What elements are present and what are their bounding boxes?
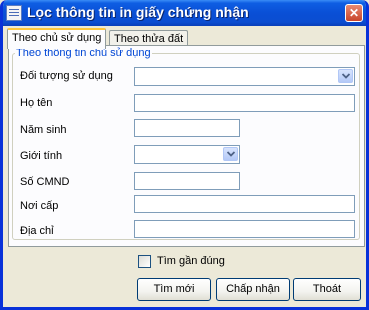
tab-label: Theo thửa đất (114, 33, 184, 45)
so-cmnd-input[interactable] (134, 172, 240, 190)
ho-ten-label: Họ tên (20, 97, 53, 109)
approx-search-checkbox[interactable] (138, 255, 151, 268)
doi-tuong-label: Đối tượng sử dụng (20, 70, 113, 82)
thoat-button[interactable]: Thoát (293, 278, 361, 301)
chap-nhan-button[interactable]: Chấp nhận (216, 278, 290, 301)
nam-sinh-input[interactable] (134, 119, 240, 137)
tab-theo-thua-dat[interactable]: Theo thửa đất (109, 30, 189, 46)
chevron-down-icon[interactable] (338, 69, 353, 83)
tab-label: Theo chủ sử dụng (12, 32, 102, 44)
window-title: Lọc thông tin in giấy chứng nhận (27, 4, 249, 20)
tim-moi-button[interactable]: Tìm mới (137, 278, 211, 301)
gioi-tinh-combobox[interactable] (134, 145, 240, 164)
so-cmnd-label: Số CMND (20, 176, 70, 188)
nam-sinh-label: Năm sinh (20, 124, 67, 136)
chevron-down-icon[interactable] (223, 147, 238, 161)
gioi-tinh-label: Giới tính (20, 150, 63, 162)
doi-tuong-combobox[interactable] (134, 67, 355, 86)
dia-chi-label: Địa chỉ (20, 225, 54, 237)
noi-cap-input[interactable] (134, 195, 355, 213)
app-icon (6, 5, 22, 21)
title-bar[interactable]: Lọc thông tin in giấy chứng nhận ✕ (3, 0, 366, 26)
dialog-window: Lọc thông tin in giấy chứng nhận ✕ Theo … (0, 0, 369, 310)
noi-cap-label: Nơi cấp (20, 200, 59, 212)
tab-theo-chu-su-dung[interactable]: Theo chủ sử dụng (7, 28, 107, 49)
close-button[interactable]: ✕ (345, 4, 363, 22)
approx-search-label: Tìm gần đúng (157, 255, 225, 267)
ho-ten-input[interactable] (134, 94, 355, 112)
dia-chi-input[interactable] (134, 220, 355, 238)
